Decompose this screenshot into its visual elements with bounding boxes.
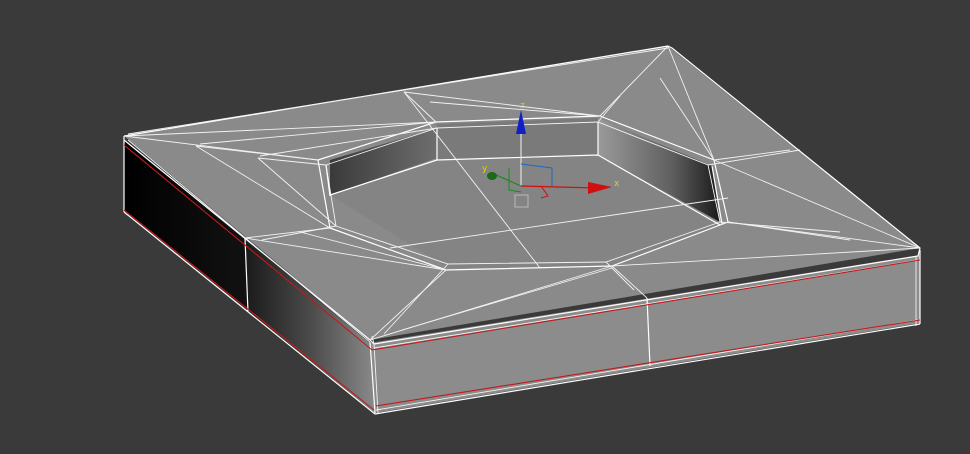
- gizmo-y-label: y: [482, 164, 488, 174]
- viewport-scene[interactable]: z x y: [0, 0, 970, 454]
- 3d-viewport[interactable]: z x y: [0, 0, 970, 454]
- gizmo-x-label: x: [614, 179, 620, 189]
- gizmo-z-label: z: [520, 101, 525, 111]
- cavity-back-wall-2: [437, 118, 598, 160]
- gizmo-y-arrow[interactable]: [487, 172, 497, 180]
